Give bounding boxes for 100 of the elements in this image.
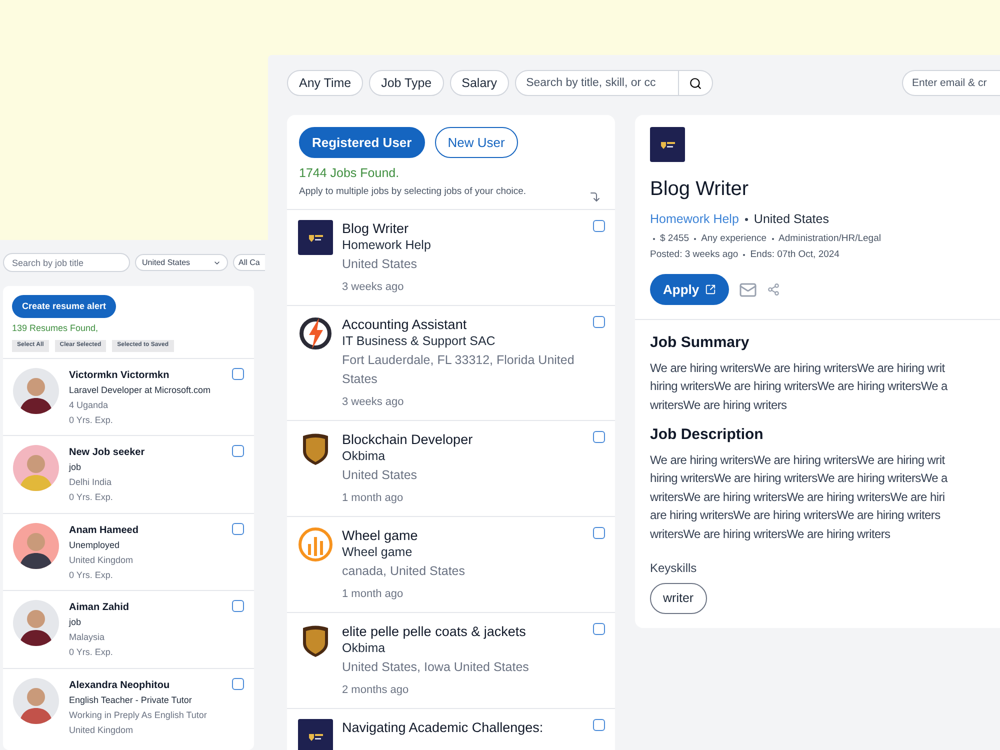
candidate-detail: 0 Yrs. Exp. bbox=[69, 414, 114, 427]
person-avatar-icon bbox=[13, 678, 59, 724]
job-location: United States bbox=[342, 256, 418, 273]
candidate-headline: Laravel Developer at Microsoft.com bbox=[69, 384, 212, 397]
company-name: Wheel game bbox=[342, 544, 414, 561]
checkbox[interactable] bbox=[232, 445, 244, 457]
selection-hint: Apply to multiple jobs by selecting jobs of your choice. bbox=[299, 184, 526, 199]
job-title[interactable]: Wheel game bbox=[342, 527, 584, 544]
section-text-line: writersWe are hiring writers bbox=[650, 396, 788, 414]
search-field[interactable]: Search by job title bbox=[3, 253, 130, 272]
keyskills-label: Keyskills bbox=[650, 560, 697, 578]
skill-tag: writer bbox=[650, 583, 707, 614]
filter-button[interactable]: Any Time bbox=[287, 70, 364, 96]
checkbox[interactable] bbox=[232, 600, 244, 612]
bullet-icon bbox=[743, 254, 746, 256]
section-text-line: are hiring writersWe are hiring writersWe are hiring writers bbox=[650, 507, 942, 524]
apply-button[interactable]: Apply bbox=[650, 274, 730, 306]
candidate-detail: Malaysia bbox=[69, 631, 106, 644]
posted-time: 2 months ago bbox=[342, 683, 410, 698]
candidate-headline: Unemployed bbox=[69, 538, 121, 552]
candidate-headline: job bbox=[69, 616, 82, 629]
person-avatar-icon bbox=[13, 368, 59, 414]
category-select[interactable]: All Ca bbox=[232, 254, 265, 271]
section-heading: Job Summary bbox=[650, 333, 750, 354]
candidate-headline: English Teacher - Private Tutor bbox=[69, 694, 193, 707]
logo-icon bbox=[650, 127, 685, 162]
posted-time: 3 weeks ago bbox=[342, 280, 405, 295]
user-type-tab[interactable]: Registered User bbox=[299, 127, 425, 158]
filter-button[interactable]: Job Type bbox=[369, 70, 444, 96]
section-text-line: We are hiring writersWe are hiring writersWe are hiring writ bbox=[650, 360, 946, 377]
search-field[interactable]: Search by title, skill, or cc bbox=[515, 70, 680, 96]
job-meta: Any experience bbox=[701, 232, 767, 246]
job-location: United States bbox=[342, 467, 418, 484]
bullet-icon bbox=[744, 218, 748, 221]
job-location: canada, United States bbox=[342, 563, 466, 580]
email-field[interactable]: Enter email & cr bbox=[902, 70, 1000, 96]
section-heading: Job Description bbox=[650, 425, 764, 446]
user-type-tab[interactable]: New User bbox=[434, 127, 518, 158]
checkbox[interactable] bbox=[593, 527, 605, 539]
jobs-count: 1744 Jobs Found. bbox=[299, 165, 400, 182]
candidate-name[interactable]: Aiman Zahid bbox=[69, 600, 222, 615]
company-name: Homework Help bbox=[342, 237, 432, 254]
create-resume-alert-button[interactable]: Create resume alert bbox=[12, 295, 116, 318]
mail-icon[interactable] bbox=[739, 280, 758, 299]
job-location: United States, Iowa United States bbox=[342, 659, 530, 676]
posted-time: 1 month ago bbox=[342, 491, 404, 506]
country-select[interactable]: United States bbox=[135, 254, 228, 271]
corner-arrow-icon[interactable] bbox=[589, 191, 601, 203]
person-avatar-icon bbox=[13, 445, 59, 491]
job-title[interactable]: Accounting Assistant bbox=[342, 316, 584, 333]
job-location: United States bbox=[754, 211, 829, 228]
job-title[interactable]: elite pelle pelle coats & jackets bbox=[342, 623, 584, 640]
posted-date: Posted: 3 weeks ago bbox=[650, 248, 738, 262]
checkbox[interactable] bbox=[232, 678, 244, 690]
company-link[interactable]: Homework Help bbox=[650, 210, 739, 229]
end-date: Ends: 07th Oct, 2024 bbox=[750, 248, 840, 262]
candidate-detail: 4 Uganda bbox=[69, 398, 110, 412]
candidate-detail: United Kingdom bbox=[69, 554, 134, 567]
candidate-detail: Delhi India bbox=[69, 476, 113, 489]
section-text-line: We are hiring writersWe are hiring writersWe are hiring writ bbox=[650, 452, 946, 469]
candidate-name[interactable]: Victormkn Victormkn bbox=[69, 368, 222, 382]
share-icon[interactable] bbox=[767, 283, 780, 296]
checkbox[interactable] bbox=[593, 719, 605, 731]
posted-time: 1 month ago bbox=[342, 587, 404, 602]
lightning-logo-icon bbox=[298, 316, 333, 351]
job-title[interactable]: Blockchain Developer bbox=[342, 431, 584, 448]
job-location: Fort Lauderdale, FL 33312, Florida United States bbox=[342, 352, 576, 388]
candidate-name[interactable]: New Job seeker bbox=[69, 445, 222, 460]
checkbox[interactable] bbox=[232, 522, 244, 534]
checkbox[interactable] bbox=[232, 368, 244, 380]
candidate-name[interactable]: Alexandra Neophitou bbox=[69, 678, 222, 692]
checkbox[interactable] bbox=[593, 431, 605, 443]
external-link-icon bbox=[705, 284, 716, 296]
candidate-detail: United Kingdom bbox=[69, 724, 134, 737]
candidate-detail: 0 Yrs. Exp. bbox=[69, 646, 114, 659]
candidate-headline: job bbox=[69, 461, 82, 474]
bullet-icon bbox=[772, 238, 774, 240]
job-title[interactable]: Blog Writer bbox=[342, 220, 584, 237]
job-title: Blog Writer bbox=[650, 177, 749, 202]
bullet-icon bbox=[694, 238, 696, 240]
candidate-name[interactable]: Anam Hameed bbox=[69, 522, 222, 538]
posted-time: 3 weeks ago bbox=[342, 395, 405, 410]
section-text-line: writersWe are hiring writersWe are hiring writers bbox=[650, 526, 892, 543]
job-meta: Administration/HR/Legal bbox=[778, 232, 881, 246]
checkbox[interactable] bbox=[593, 316, 605, 328]
person-avatar-icon bbox=[13, 522, 59, 568]
filter-button[interactable]: Salary bbox=[450, 70, 510, 96]
bar-chart-logo-icon bbox=[298, 527, 333, 562]
checkbox[interactable] bbox=[593, 623, 605, 635]
person-avatar-icon bbox=[13, 600, 59, 646]
company-name: IT Business & Support SAC bbox=[342, 333, 496, 350]
candidate-detail: 0 Yrs. Exp. bbox=[69, 491, 114, 504]
checkbox[interactable] bbox=[593, 220, 605, 232]
job-title[interactable]: Navigating Academic Challenges: bbox=[342, 719, 584, 736]
section-text-line: writersWe are hiring writersWe are hiring writersWe are hiri bbox=[650, 488, 946, 506]
search-button[interactable] bbox=[679, 70, 714, 96]
section-text-line: hiring writersWe are hiring writersWe are hiring writersWe a bbox=[650, 470, 948, 488]
company-name: Okbima bbox=[342, 448, 386, 465]
search-icon bbox=[689, 76, 702, 90]
candidate-detail: 0 Yrs. Exp. bbox=[69, 568, 114, 582]
